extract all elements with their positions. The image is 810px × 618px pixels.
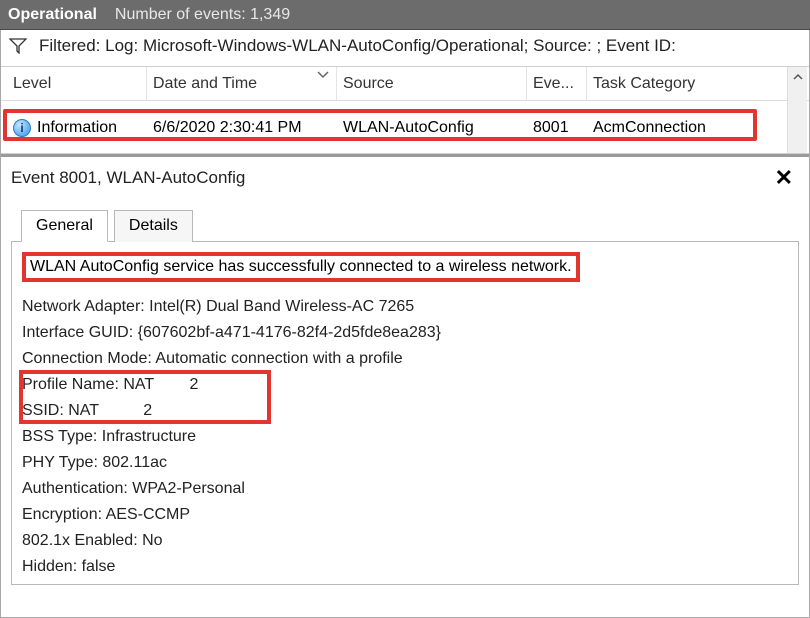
tab-details[interactable]: Details xyxy=(114,210,193,242)
close-icon[interactable]: ✕ xyxy=(769,165,799,191)
detail-title: Event 8001, WLAN-AutoConfig xyxy=(11,168,245,188)
prop-ssid: SSID: NAT 2 xyxy=(22,398,788,424)
cell-datetime: 6/6/2020 2:30:41 PM xyxy=(147,119,337,137)
vertical-scrollbar[interactable] xyxy=(787,67,807,153)
cell-level: i Information xyxy=(7,119,147,137)
filter-text: Filtered: Log: Microsoft-Windows-WLAN-Au… xyxy=(39,36,676,56)
event-count: Number of events: 1,349 xyxy=(115,6,290,24)
prop-adapter: Network Adapter: Intel(R) Dual Band Wire… xyxy=(22,294,788,320)
log-title: Operational xyxy=(8,6,97,24)
highlight-message-annotation: WLAN AutoConfig service has successfully… xyxy=(22,252,580,282)
prop-mode: Connection Mode: Automatic connection wi… xyxy=(22,346,788,372)
prop-phy: PHY Type: 802.11ac xyxy=(22,450,788,476)
cell-eventid: 8001 xyxy=(527,119,587,137)
scroll-up-icon[interactable] xyxy=(790,69,806,85)
col-source[interactable]: Source xyxy=(337,67,527,100)
event-row[interactable]: i Information 6/6/2020 2:30:41 PM WLAN-A… xyxy=(1,111,809,145)
prop-profile: Profile Name: NAT 2 xyxy=(22,372,788,398)
prop-hidden: Hidden: false xyxy=(22,554,788,580)
tab-general[interactable]: General xyxy=(21,210,108,242)
info-icon: i xyxy=(13,119,31,137)
event-message: WLAN AutoConfig service has successfully… xyxy=(30,258,572,275)
tab-strip: General Details xyxy=(11,209,799,242)
grid-header: Level Date and Time Source Eve... Task C… xyxy=(1,67,809,101)
funnel-icon[interactable] xyxy=(7,37,29,55)
header-bar: Operational Number of events: 1,349 xyxy=(0,0,810,30)
col-category[interactable]: Task Category xyxy=(587,67,747,100)
prop-dot1x: 802.1x Enabled: No xyxy=(22,528,788,554)
detail-pane: Event 8001, WLAN-AutoConfig ✕ General De… xyxy=(1,154,809,585)
col-eventid[interactable]: Eve... xyxy=(527,67,587,100)
filter-bar: Filtered: Log: Microsoft-Windows-WLAN-Au… xyxy=(1,30,809,66)
col-level[interactable]: Level xyxy=(7,67,147,100)
cell-category: AcmConnection xyxy=(587,119,747,137)
main-frame: Filtered: Log: Microsoft-Windows-WLAN-Au… xyxy=(0,30,810,618)
event-properties: Network Adapter: Intel(R) Dual Band Wire… xyxy=(22,294,788,580)
sort-caret-icon xyxy=(316,66,330,76)
cell-source: WLAN-AutoConfig xyxy=(337,119,527,137)
detail-body: WLAN AutoConfig service has successfully… xyxy=(11,242,799,585)
col-datetime[interactable]: Date and Time xyxy=(147,67,337,100)
prop-bss: BSS Type: Infrastructure xyxy=(22,424,788,450)
prop-guid: Interface GUID: {607602bf-a471-4176-82f4… xyxy=(22,320,788,346)
event-grid: Level Date and Time Source Eve... Task C… xyxy=(1,66,809,154)
prop-auth: Authentication: WPA2-Personal xyxy=(22,476,788,502)
prop-enc: Encryption: AES-CCMP xyxy=(22,502,788,528)
